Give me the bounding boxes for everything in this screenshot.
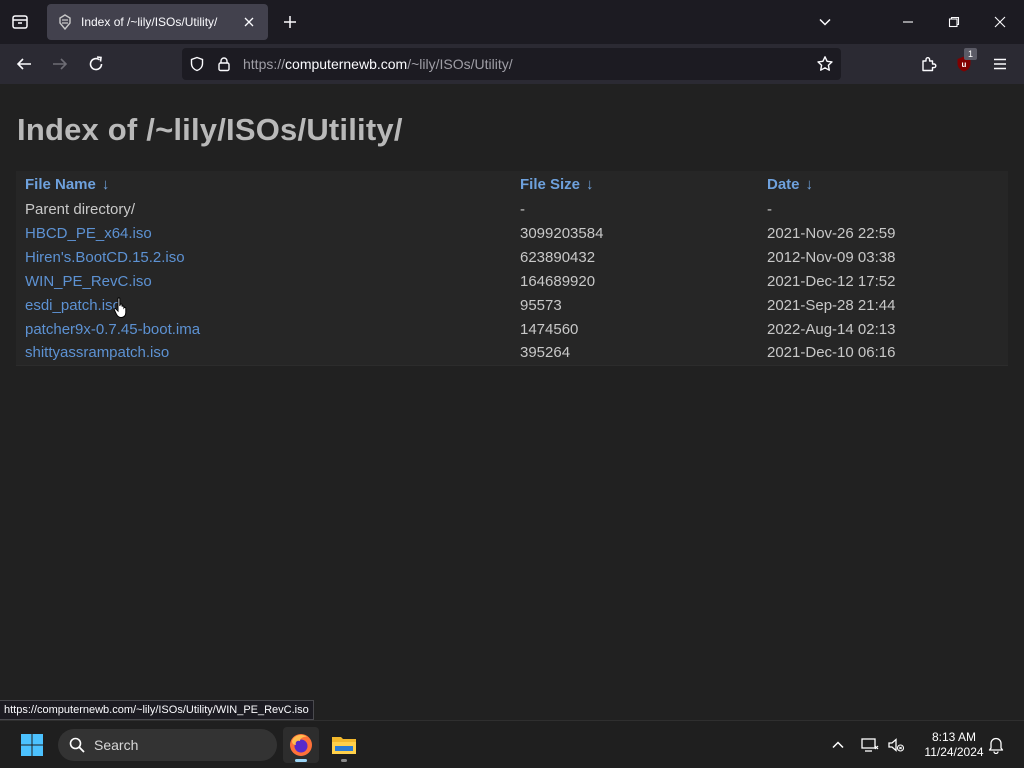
folder-icon bbox=[332, 737, 356, 754]
url-path: /~lily/ISOs/Utility/ bbox=[407, 56, 513, 72]
table-header-row: File Name ↓ File Size ↓ Date ↓ bbox=[16, 171, 1008, 197]
clock-date: 11/24/2024 bbox=[924, 745, 984, 759]
browser-titlebar: Index of /~lily/ISOs/Utility/ bbox=[0, 0, 1024, 44]
close-window-icon[interactable] bbox=[986, 8, 1014, 36]
navigation-toolbar: https://computernewb.com/~lily/ISOs/Util… bbox=[0, 44, 1024, 84]
extensions-puzzle-icon[interactable] bbox=[917, 52, 941, 76]
menu-hamburger-icon[interactable] bbox=[988, 52, 1012, 76]
file-size-cell: 164689920 bbox=[511, 269, 758, 293]
clock-time: 8:13 AM bbox=[931, 730, 977, 744]
speaker-muted-icon[interactable] bbox=[886, 735, 906, 755]
search-icon bbox=[69, 737, 85, 753]
file-link-parent-directory[interactable]: Parent directory/ bbox=[16, 197, 511, 221]
file-size-cell: 3099203584 bbox=[511, 221, 758, 245]
url-scheme: https:// bbox=[243, 56, 286, 72]
file-size-cell: 95573 bbox=[511, 293, 758, 317]
new-tab-icon[interactable] bbox=[278, 10, 302, 34]
extension-badge: 1 bbox=[964, 48, 977, 60]
file-date-cell: 2021-Nov-26 22:59 bbox=[758, 221, 1008, 245]
file-link[interactable]: esdi_patch.iso bbox=[16, 293, 511, 317]
url-text: https://computernewb.com/~lily/ISOs/Util… bbox=[243, 56, 513, 72]
bookmark-star-icon[interactable] bbox=[815, 54, 835, 74]
show-hidden-icons-chevron-icon[interactable] bbox=[828, 735, 848, 755]
close-tab-icon[interactable] bbox=[240, 13, 258, 31]
file-date-cell: 2022-Aug-14 02:13 bbox=[758, 317, 1008, 341]
page-content: Index of /~lily/ISOs/Utility/ File Name ↓… bbox=[0, 84, 1024, 720]
padlock-icon[interactable] bbox=[216, 56, 232, 72]
windows-taskbar: Search 8:13 AM 11/24/2024 bbox=[0, 720, 1024, 768]
file-date-cell: 2021-Dec-12 17:52 bbox=[758, 269, 1008, 293]
windows-start-icon[interactable] bbox=[20, 733, 44, 757]
back-arrow-icon[interactable] bbox=[12, 52, 36, 76]
sort-arrow-icon: ↓ bbox=[101, 175, 110, 193]
file-date-cell: 2021-Dec-10 06:16 bbox=[758, 341, 1008, 366]
table-row: shittyassrampatch.iso 395264 2021-Dec-10… bbox=[16, 341, 1008, 366]
table-row: Hiren's.BootCD.15.2.iso 623890432 2012-N… bbox=[16, 245, 1008, 269]
taskbar-search-box[interactable]: Search bbox=[58, 729, 277, 761]
file-link[interactable]: patcher9x-0.7.45-boot.ima bbox=[16, 317, 511, 341]
sort-arrow-icon: ↓ bbox=[805, 175, 814, 193]
taskbar-firefox-app[interactable] bbox=[283, 727, 319, 763]
page-favicon-icon bbox=[57, 14, 73, 30]
ublock-origin-icon[interactable]: u 1 bbox=[952, 48, 977, 76]
directory-listing-table: File Name ↓ File Size ↓ Date ↓ Parent direc… bbox=[16, 171, 1008, 366]
svg-text:u: u bbox=[962, 60, 967, 69]
list-all-tabs-chevron-icon[interactable] bbox=[813, 10, 837, 34]
running-app-indicator bbox=[341, 759, 347, 762]
tracking-protection-shield-icon[interactable] bbox=[189, 56, 205, 72]
column-header-file-name[interactable]: File Name ↓ bbox=[16, 171, 511, 197]
minimize-window-icon[interactable] bbox=[894, 8, 922, 36]
table-row: HBCD_PE_x64.iso 3099203584 2021-Nov-26 2… bbox=[16, 221, 1008, 245]
file-size-cell: 623890432 bbox=[511, 245, 758, 269]
file-link[interactable]: HBCD_PE_x64.iso bbox=[16, 221, 511, 245]
url-bar[interactable]: https://computernewb.com/~lily/ISOs/Util… bbox=[182, 48, 841, 80]
table-row: patcher9x-0.7.45-boot.ima 1474560 2022-A… bbox=[16, 317, 1008, 341]
reload-icon[interactable] bbox=[84, 52, 108, 76]
file-link[interactable]: Hiren's.BootCD.15.2.iso bbox=[16, 245, 511, 269]
column-header-file-size[interactable]: File Size ↓ bbox=[511, 171, 758, 197]
file-link[interactable]: WIN_PE_RevC.iso bbox=[16, 269, 511, 293]
firefox-icon bbox=[290, 734, 312, 756]
browser-tab-active[interactable]: Index of /~lily/ISOs/Utility/ bbox=[47, 4, 268, 40]
url-host: computernewb.com bbox=[285, 56, 408, 72]
page-title: Index of /~lily/ISOs/Utility/ bbox=[17, 112, 403, 147]
taskbar-file-explorer-app[interactable] bbox=[326, 727, 362, 763]
tab-list-icon[interactable] bbox=[8, 10, 32, 34]
file-size-cell: 1474560 bbox=[511, 317, 758, 341]
link-status-bar: https://computernewb.com/~lily/ISOs/Util… bbox=[0, 700, 314, 720]
network-monitor-icon[interactable] bbox=[860, 735, 880, 755]
hand-pointer-cursor-icon bbox=[113, 297, 127, 319]
active-app-indicator bbox=[295, 759, 307, 762]
search-label: Search bbox=[94, 737, 139, 753]
file-date-cell: - bbox=[758, 197, 1008, 221]
system-clock[interactable]: 8:13 AM 11/24/2024 bbox=[910, 730, 998, 760]
file-link[interactable]: shittyassrampatch.iso bbox=[16, 341, 511, 366]
notification-bell-icon[interactable] bbox=[986, 735, 1006, 755]
file-date-cell: 2012-Nov-09 03:38 bbox=[758, 245, 1008, 269]
table-row: esdi_patch.iso 95573 2021-Sep-28 21:44 bbox=[16, 293, 1008, 317]
file-size-cell: 395264 bbox=[511, 341, 758, 366]
column-header-date[interactable]: Date ↓ bbox=[758, 171, 1008, 197]
file-date-cell: 2021-Sep-28 21:44 bbox=[758, 293, 1008, 317]
table-row: Parent directory/ - - bbox=[16, 197, 1008, 221]
table-row: WIN_PE_RevC.iso 164689920 2021-Dec-12 17… bbox=[16, 269, 1008, 293]
sort-arrow-icon: ↓ bbox=[586, 175, 594, 193]
restore-window-icon[interactable] bbox=[940, 8, 968, 36]
file-size-cell: - bbox=[511, 197, 758, 221]
forward-arrow-icon[interactable] bbox=[48, 52, 72, 76]
tab-title: Index of /~lily/ISOs/Utility/ bbox=[81, 15, 218, 29]
